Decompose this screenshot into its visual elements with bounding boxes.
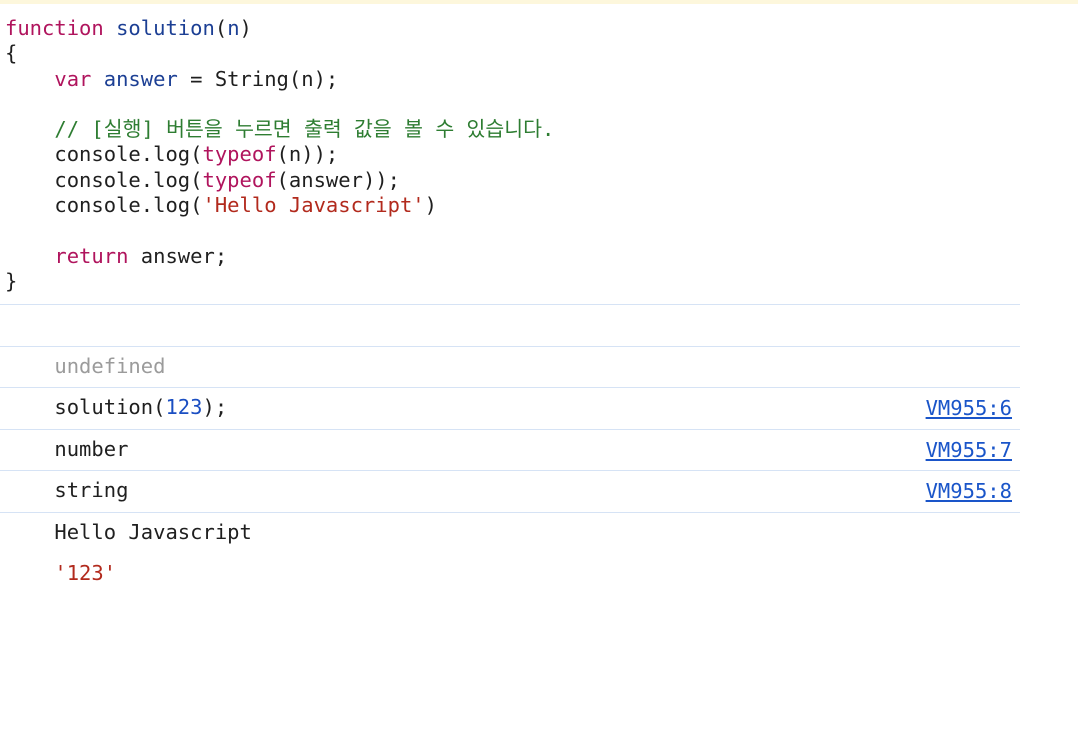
keyword: return bbox=[54, 243, 129, 268]
param-name: n bbox=[227, 16, 240, 40]
console-result-row: undefined bbox=[0, 305, 1020, 378]
function-name: solution bbox=[116, 16, 215, 40]
code-line: { bbox=[5, 41, 18, 66]
code-text: answer; bbox=[128, 243, 228, 268]
string-literal: 'Hello Javascript' bbox=[202, 193, 425, 218]
console-input-row[interactable]: solution(123); bbox=[0, 347, 1020, 419]
source-link[interactable]: VM955:7 bbox=[926, 430, 1012, 471]
code-text: = String(n); bbox=[177, 66, 339, 91]
source-link[interactable]: VM955:8 bbox=[926, 471, 1012, 512]
variable-name: answer bbox=[103, 66, 178, 91]
console-code-input-block[interactable]: function solution(n) { var answer = Stri… bbox=[0, 4, 1020, 306]
keyword: typeof bbox=[202, 142, 277, 167]
code-text: (n)); bbox=[276, 142, 339, 167]
keyword: var bbox=[54, 66, 92, 91]
code-line: var answer = String(n); bbox=[5, 67, 1020, 92]
code-line: // [실행] 버튼을 누르면 출력 값을 볼 수 있습니다. bbox=[5, 117, 1020, 142]
console-return-row: '123' bbox=[0, 513, 1020, 585]
console-log-row: number VM955:6 bbox=[0, 388, 1020, 461]
devtools-console: function solution(n) { var answer = Stri… bbox=[0, 4, 1020, 585]
keyword: function bbox=[5, 16, 104, 40]
code-line: console.log(typeof(answer)); bbox=[5, 168, 1020, 193]
console-log-row: Hello Javascript VM955:8 bbox=[0, 471, 1020, 544]
code-text: (answer)); bbox=[276, 167, 400, 192]
paren-open: ( bbox=[214, 16, 228, 40]
code-line: } bbox=[5, 268, 18, 293]
code-line: console.log('Hello Javascript') bbox=[5, 193, 1020, 218]
return-value: '123' bbox=[54, 561, 117, 586]
code-text: console.log( bbox=[54, 193, 203, 218]
code-line: console.log(typeof(n)); bbox=[5, 142, 1020, 167]
code-text: console.log( bbox=[54, 142, 203, 167]
console-log-row: string VM955:7 bbox=[0, 430, 1020, 502]
paren-close: ) bbox=[239, 16, 252, 40]
keyword: typeof bbox=[202, 167, 277, 192]
code-line: return answer; bbox=[5, 244, 1020, 269]
code-text: ) bbox=[424, 193, 437, 218]
source-link[interactable]: VM955:6 bbox=[926, 388, 1012, 429]
code-line: function solution(n) bbox=[5, 16, 1020, 41]
code-text: console.log( bbox=[54, 167, 203, 192]
code-comment: // [실행] 버튼을 누르면 출력 값을 볼 수 있습니다. bbox=[54, 117, 555, 142]
